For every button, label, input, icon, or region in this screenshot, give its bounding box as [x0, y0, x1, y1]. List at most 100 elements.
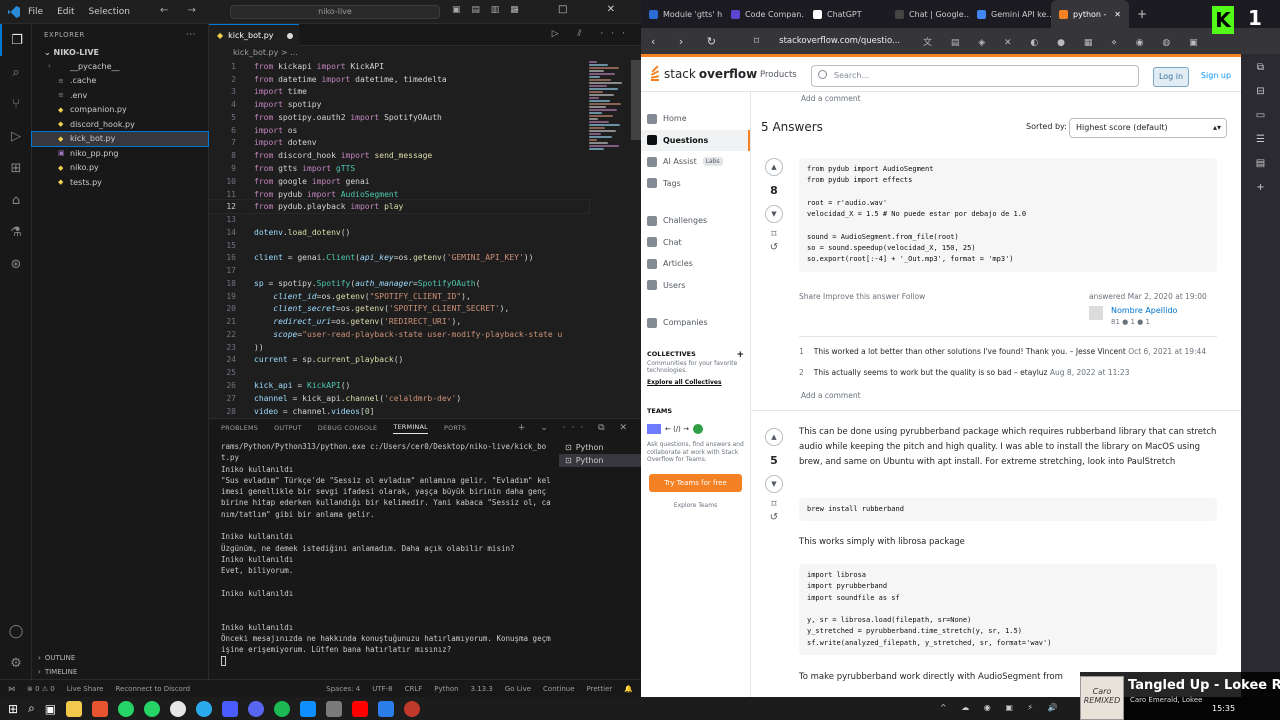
bookmark-icon[interactable]: ⌑	[761, 499, 787, 510]
side-panel-icon[interactable]: +	[1241, 182, 1280, 206]
sort-select[interactable]: Highest score (default) ▴▾	[1069, 118, 1227, 138]
panel-actions-icon[interactable]: + ⌄ ··· ⧉ ✕	[518, 423, 633, 433]
products-link[interactable]: Products	[760, 70, 797, 80]
encoding-status[interactable]: UTF-8	[372, 685, 392, 693]
discord-status[interactable]: Reconnect to Discord	[115, 685, 190, 693]
menu-selection[interactable]: Selection	[89, 7, 130, 17]
panel-tab-problems[interactable]: PROBLEMS	[221, 424, 258, 432]
editor-actions-icon[interactable]: ▷ ⫽ ···	[552, 29, 633, 39]
account-icon[interactable]: ◯	[0, 615, 32, 647]
close-tab-icon[interactable]: ✕	[1114, 10, 1121, 19]
prettier-status[interactable]: Prettier	[587, 685, 613, 693]
history-icon[interactable]: ↺	[761, 512, 787, 523]
app-icon[interactable]	[404, 700, 421, 717]
back-forward-reload-icons[interactable]: ‹ › ↻	[641, 35, 726, 48]
user-avatar[interactable]	[1089, 306, 1103, 320]
so-logo[interactable]: stack overflow	[649, 65, 757, 82]
add-icon[interactable]: +	[736, 350, 744, 360]
browser-tab[interactable]: ChatGPT	[805, 0, 887, 28]
side-panel-icon[interactable]: ⊟	[1241, 86, 1280, 110]
file-tree-item[interactable]: ▣ niko_pp.png	[32, 146, 208, 161]
panel-tab-terminal[interactable]: TERMINAL	[393, 423, 428, 434]
menu-edit[interactable]: Edit	[57, 7, 74, 17]
whatsapp-icon[interactable]	[118, 700, 135, 717]
history-icon[interactable]: ↺	[761, 242, 787, 253]
layout-toggle-icons[interactable]: ▣ ▤ ▥ ▦	[452, 5, 523, 15]
whatsapp-icon[interactable]	[144, 700, 161, 717]
search-icon[interactable]: ⌕	[0, 56, 32, 88]
task-view-icon[interactable]: ▣	[45, 702, 56, 716]
outline-section[interactable]: › OUTLINE	[32, 651, 209, 665]
code-editor[interactable]: 1 from kickapi import KickAPI 2 from dateti…	[209, 60, 641, 415]
file-explorer-icon[interactable]	[66, 700, 83, 717]
menu-file[interactable]: File	[28, 7, 43, 17]
browser-tab[interactable]: Code Compan…	[723, 0, 805, 28]
minimap[interactable]	[589, 60, 629, 415]
breadcrumb[interactable]: kick_bot.py > ...	[209, 46, 641, 60]
nav-challenges[interactable]: Challenges	[641, 210, 750, 232]
file-tree-item[interactable]: ◆ discord_hook.py	[32, 117, 208, 132]
side-panel-icon[interactable]: ▭	[1241, 110, 1280, 134]
live-share-icon[interactable]: ⊛	[0, 248, 32, 280]
bell-icon[interactable]: 🔔	[624, 685, 633, 693]
explorer-icon[interactable]: ❐	[0, 24, 32, 56]
answer-links[interactable]: Share Improve this answer Follow	[799, 292, 925, 301]
panel-tab-ports[interactable]: PORTS	[444, 424, 466, 432]
login-button[interactable]: Log in	[1153, 67, 1189, 87]
app-icon[interactable]	[326, 700, 343, 717]
vscode-taskbar-icon[interactable]	[378, 700, 395, 717]
system-tray-icons[interactable]: ^ ☁ ◉ ▣ ⚡ 🔊	[940, 703, 1064, 712]
add-comment-link[interactable]: Add a comment	[801, 391, 861, 400]
side-panel-icon[interactable]: ⧉	[1241, 62, 1280, 86]
nav-arrows-icon[interactable]: ← →	[160, 5, 204, 16]
so-search-input[interactable]: Search...	[811, 65, 1139, 87]
add-comment-link[interactable]: Add a comment	[801, 94, 861, 103]
terminal-item[interactable]: ⊡ Python	[559, 441, 641, 454]
nav-users[interactable]: Users	[641, 275, 750, 297]
file-tree-item[interactable]: ◆ tests.py	[32, 175, 208, 190]
language-status[interactable]: Python	[434, 685, 458, 693]
try-teams-button[interactable]: Try Teams for free	[649, 474, 742, 493]
app-icon[interactable]	[170, 700, 187, 717]
continue-status[interactable]: Continue	[543, 685, 574, 693]
testing-icon[interactable]: ⚗	[0, 216, 32, 248]
start-icon[interactable]: ⊞	[8, 702, 18, 716]
nav-chat[interactable]: Chat	[641, 232, 750, 254]
nav-tags[interactable]: Tags	[641, 173, 750, 195]
eol-status[interactable]: CRLF	[405, 685, 423, 693]
explore-collectives-link[interactable]: Explore all Collectives	[641, 377, 750, 389]
editor-scrollbar[interactable]	[631, 60, 641, 140]
terminal-item[interactable]: ⊡ Python	[559, 454, 641, 467]
nav-questions[interactable]: Questions	[641, 129, 750, 151]
downvote-icon[interactable]: ▼	[765, 205, 783, 223]
nav-ai-assist[interactable]: AI Assist Labs	[641, 151, 750, 173]
file-tree-item[interactable]: ◆ companion.py	[32, 103, 208, 118]
brave-icon[interactable]	[92, 700, 109, 717]
extension-icons[interactable]: 文 ▤ ◈ ✕ ◐ ● ▦ ⋄ ◉ ◍ ▣	[923, 35, 1206, 48]
signup-button[interactable]: Sign up	[1195, 67, 1237, 87]
file-tree-item[interactable]: › __pycache__	[32, 59, 208, 74]
live-share-status[interactable]: Live Share	[67, 685, 104, 693]
indent-status[interactable]: Spaces: 4	[326, 685, 360, 693]
search-icon[interactable]: ⌕	[28, 701, 35, 716]
side-panel-icon[interactable]: ▤	[1241, 158, 1280, 182]
bookmark-icon[interactable]: ⌑	[754, 36, 759, 47]
nav-home[interactable]: Home	[641, 108, 750, 130]
explore-teams-link[interactable]: Explore Teams	[641, 500, 750, 512]
discord-icon[interactable]	[248, 700, 265, 717]
window-controls[interactable]: – □ ✕	[514, 4, 633, 15]
file-tree-item[interactable]: ◆ niko.py	[32, 161, 208, 176]
extensions-icon[interactable]: ⊞	[0, 152, 32, 184]
telegram-icon[interactable]	[196, 700, 213, 717]
nav-articles[interactable]: Articles	[641, 253, 750, 275]
downvote-icon[interactable]: ▼	[765, 475, 783, 493]
spotify-icon[interactable]	[274, 700, 291, 717]
file-tree-item[interactable]: ◆ kick_bot.py	[31, 130, 209, 147]
unsaved-dot-icon[interactable]	[286, 32, 293, 39]
upvote-icon[interactable]: ▲	[765, 158, 783, 176]
app-icon[interactable]	[300, 700, 317, 717]
bookmark-icon[interactable]: ⌑	[761, 229, 787, 240]
browser-tab[interactable]: Chat | Google…	[887, 0, 969, 28]
project-root[interactable]: ⌄ NIKO-LIVE	[32, 46, 208, 59]
nav-companies[interactable]: Companies	[641, 312, 750, 334]
